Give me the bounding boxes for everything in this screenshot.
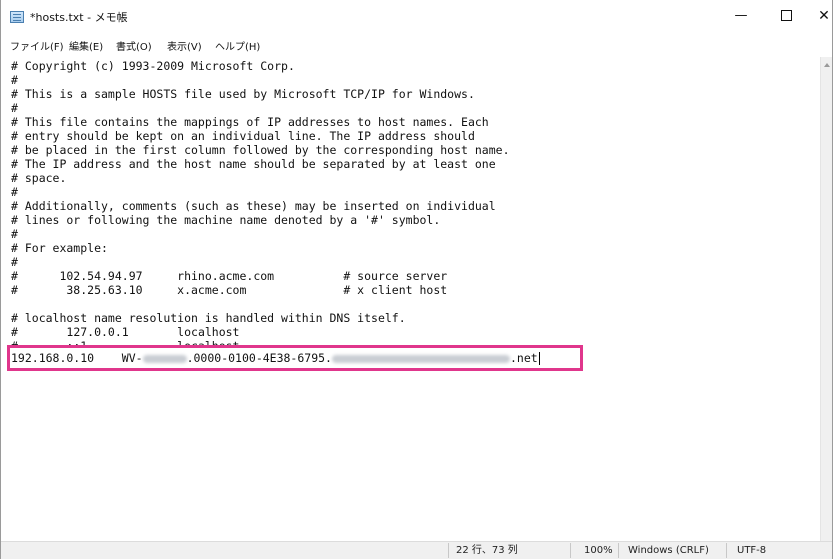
text-line: # The IP address and the host name shoul… [11, 157, 496, 171]
vertical-scrollbar[interactable] [820, 57, 832, 541]
minimize-icon: — [734, 8, 748, 23]
status-divider [726, 543, 727, 558]
status-bar: 22 行、73 列 100% Windows (CRLF) UTF-8 [1, 541, 832, 559]
line-ending: Windows (CRLF) [628, 545, 709, 556]
text-line: # [11, 185, 18, 199]
highlight-frame [7, 345, 583, 371]
text-line: # 102.54.94.97 rhino.acme.com # source s… [11, 269, 448, 283]
text-line: # be placed in the first column followed… [11, 143, 510, 157]
text-line: # [11, 227, 18, 241]
text-line: # lines or following the machine name de… [11, 213, 441, 227]
status-divider [448, 543, 449, 558]
menu-file[interactable]: ファイル(F) [10, 38, 64, 53]
cursor-position: 22 行、73 列 [456, 545, 518, 556]
text-line: # [11, 255, 18, 269]
menu-help[interactable]: ヘルプ(H) [215, 38, 260, 53]
text-line: # Additionally, comments (such as these)… [11, 199, 496, 213]
status-divider [570, 543, 571, 558]
close-icon: ✕ [818, 8, 830, 24]
text-line: # This file contains the mappings of IP … [11, 115, 489, 129]
text-editor[interactable]: # Copyright (c) 1993-2009 Microsoft Corp… [1, 57, 820, 541]
text-line: # 38.25.63.10 x.acme.com # x client host [11, 283, 448, 297]
title-bar[interactable]: *hosts.txt - メモ帳 — ✕ [1, 0, 832, 32]
notepad-window: *hosts.txt - メモ帳 — ✕ ファイル(F) 編集(E) 書式(O)… [0, 0, 833, 559]
menu-format[interactable]: 書式(O) [116, 38, 152, 53]
maximize-button[interactable] [773, 6, 799, 26]
notepad-icon [10, 11, 24, 23]
scroll-up-icon[interactable] [824, 63, 830, 67]
text-line: # 127.0.0.1 localhost [11, 325, 240, 339]
menu-view[interactable]: 表示(V) [167, 38, 202, 53]
text-line: # space. [11, 171, 67, 185]
menu-edit[interactable]: 編集(E) [69, 38, 103, 53]
text-line: # entry should be kept on an individual … [11, 129, 475, 143]
window-title: *hosts.txt - メモ帳 [30, 11, 128, 24]
text-line: # [11, 101, 18, 115]
encoding: UTF-8 [737, 545, 767, 556]
close-button[interactable]: ✕ [811, 6, 833, 26]
zoom-level: 100% [584, 545, 613, 556]
text-line: # localhost name resolution is handled w… [11, 311, 406, 325]
status-divider [618, 543, 619, 558]
text-line: # [11, 73, 18, 87]
text-line: # Copyright (c) 1993-2009 Microsoft Corp… [11, 59, 295, 73]
minimize-button[interactable]: — [728, 6, 754, 26]
text-line: # This is a sample HOSTS file used by Mi… [11, 87, 475, 101]
text-line: # For example: [11, 241, 108, 255]
maximize-icon [780, 10, 792, 21]
